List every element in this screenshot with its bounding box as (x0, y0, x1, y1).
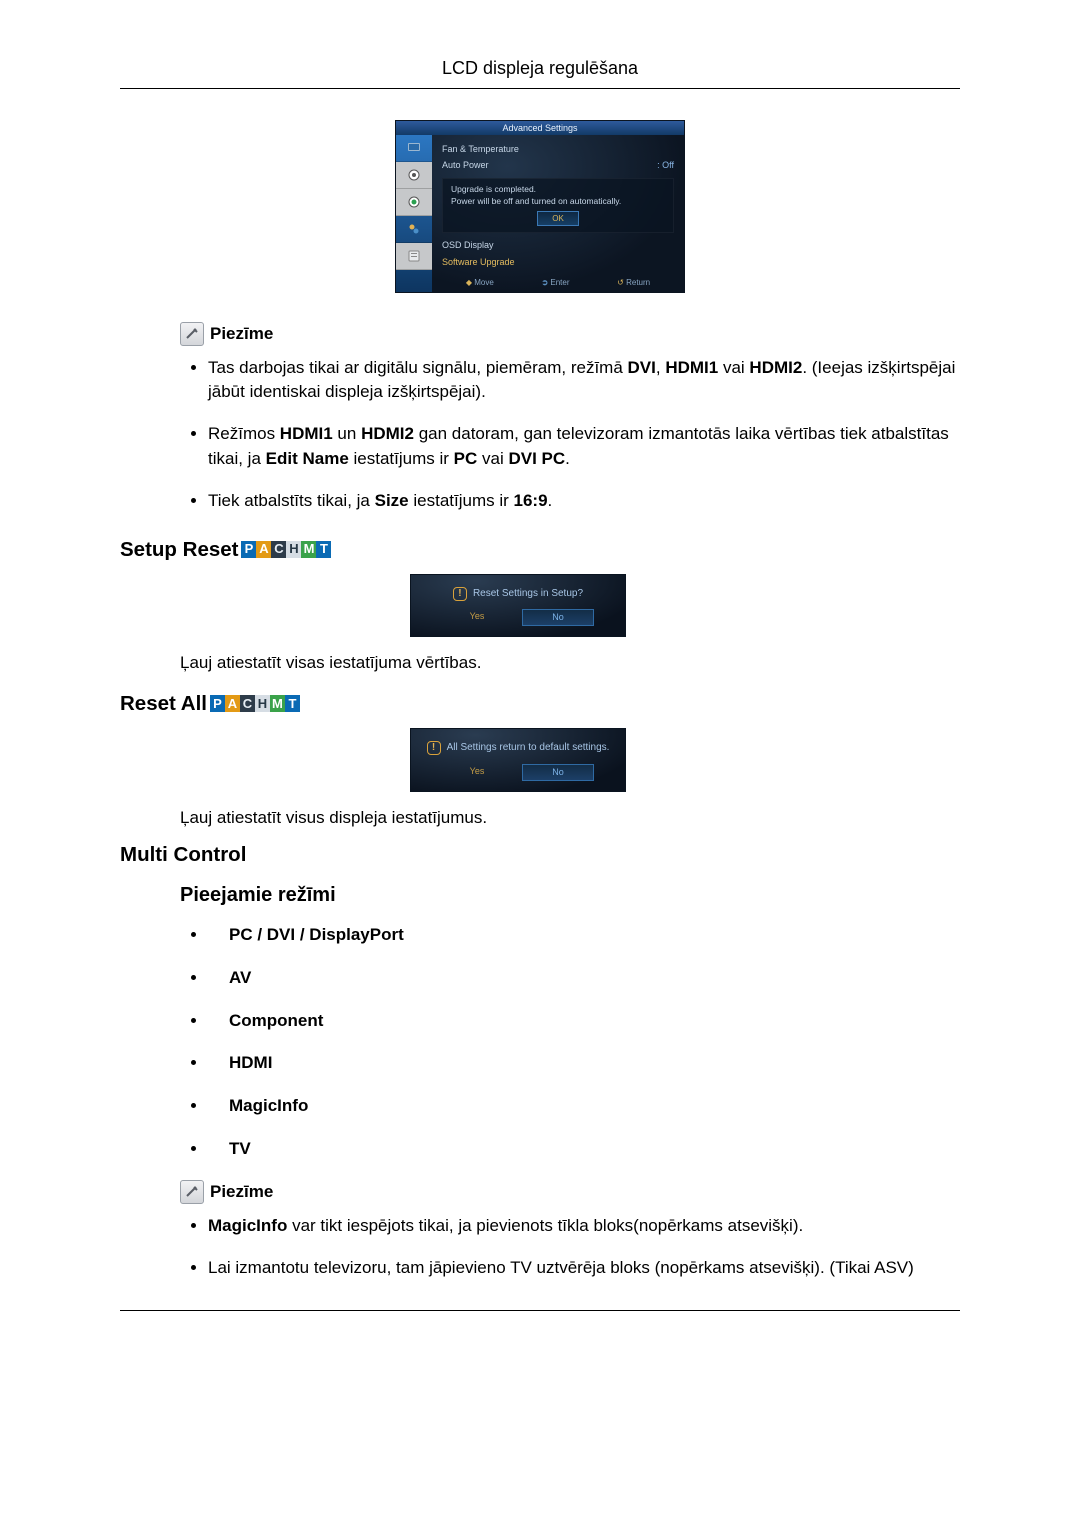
osd-row-upgrade: Software Upgrade (442, 254, 674, 271)
osd-modal-line1: Upgrade is completed. (451, 183, 665, 195)
setup-reset-dialog: ! Reset Settings in Setup? Yes No (410, 574, 626, 637)
warning-icon: ! (453, 587, 467, 601)
warning-icon: ! (427, 741, 441, 755)
reset-all-no: No (522, 764, 594, 781)
badge-p-icon: P (208, 931, 225, 948)
mode-pc: PPC / DVI / DisplayPort (208, 923, 960, 948)
modes-list: PPC / DVI / DisplayPort AAV CComponent H… (190, 923, 960, 1161)
badge-m-icon: M (270, 695, 285, 712)
mode-av: AAV (208, 966, 960, 991)
osd-modal: Upgrade is completed. Power will be off … (442, 178, 674, 233)
note-label: Piezīme (210, 322, 273, 346)
note-icon (180, 322, 204, 346)
available-modes-heading: Pieejamie režīmi (180, 881, 960, 909)
badge-h-icon: H (255, 695, 270, 712)
osd-row-autopower: Auto Power : Off (442, 157, 674, 174)
page-title: LCD displeja regulēšana (120, 56, 960, 82)
badge-t-icon: T (316, 541, 331, 558)
osd-tab-sound-icon (396, 162, 432, 189)
reset-all-question: All Settings return to default settings. (447, 741, 610, 755)
badge-p-icon: P (210, 695, 225, 712)
setup-reset-heading: Setup Reset (120, 535, 238, 564)
badge-m-icon: M (301, 541, 316, 558)
osd-ok-button: OK (537, 211, 579, 226)
badge-p-icon: P (241, 541, 256, 558)
osd-tab-picture-icon (396, 135, 432, 162)
mode-tv: TTV (208, 1137, 960, 1162)
note-icon (180, 1180, 204, 1204)
note1-list: Tas darbojas tikai ar digitālu signālu, … (190, 356, 960, 513)
badge-a-icon: A (225, 695, 240, 712)
mode-component: CComponent (208, 1009, 960, 1034)
badge-c-icon: C (271, 541, 286, 558)
osd-row-osddisplay: OSD Display (442, 237, 674, 254)
header-divider (120, 88, 960, 89)
note1-bullet-2: Režīmos HDMI1 un HDMI2 gan datoram, gan … (208, 422, 960, 470)
osd-title: Advanced Settings (396, 121, 684, 135)
badge-c-icon: C (240, 695, 255, 712)
osd-row-fan: Fan & Temperature (442, 141, 674, 158)
note1-bullet-1: Tas darbojas tikai ar digitālu signālu, … (208, 356, 960, 404)
setup-reset-yes: Yes (442, 609, 512, 624)
osd-tab-multi-icon (396, 216, 432, 243)
mode-badges: P A C H M T (210, 695, 300, 712)
footer-divider (120, 1310, 960, 1311)
reset-all-yes: Yes (442, 764, 512, 779)
badge-h-icon: H (286, 541, 301, 558)
badge-t-icon: T (285, 695, 300, 712)
setup-reset-no: No (522, 609, 594, 626)
note2-bullet-2: Lai izmantotu televizoru, tam jāpievieno… (208, 1256, 960, 1280)
osd-footer: ◆ Move ➲ Enter ↺ Return (442, 277, 674, 288)
osd-tabs (396, 135, 432, 293)
osd-modal-line2: Power will be off and turned on automati… (451, 195, 665, 207)
note1-bullet-3: Tiek atbalstīts tikai, ja Size iestatīju… (208, 489, 960, 513)
osd-tab-setup-icon (396, 189, 432, 216)
reset-all-desc: Ļauj atiestatīt visus displeja iestatīju… (180, 806, 960, 830)
multi-control-heading: Multi Control (120, 840, 246, 869)
badge-m-icon: M (208, 1102, 225, 1119)
reset-all-dialog: ! All Settings return to default setting… (410, 728, 626, 791)
badge-a-icon: A (208, 974, 225, 991)
setup-reset-question: Reset Settings in Setup? (473, 587, 583, 601)
reset-all-heading: Reset All (120, 689, 207, 718)
badge-h-icon: H (208, 1059, 225, 1076)
osd-tab-info-icon (396, 243, 432, 270)
osd-screenshot: Advanced Settings Fan & Temperature Auto… (396, 121, 684, 293)
note2-bullet-1: MagicInfo var tikt iespējots tikai, ja p… (208, 1214, 960, 1238)
note-label: Piezīme (210, 1180, 273, 1204)
setup-reset-desc: Ļauj atiestatīt visas iestatījuma vērtīb… (180, 651, 960, 675)
mode-hdmi: HHDMI (208, 1051, 960, 1076)
mode-magicinfo: MMagicInfo (208, 1094, 960, 1119)
mode-badges: P A C H M T (241, 541, 331, 558)
badge-c-icon: C (208, 1016, 225, 1033)
badge-a-icon: A (256, 541, 271, 558)
note2-list: MagicInfo var tikt iespējots tikai, ja p… (190, 1214, 960, 1280)
badge-t-icon: T (208, 1145, 225, 1162)
